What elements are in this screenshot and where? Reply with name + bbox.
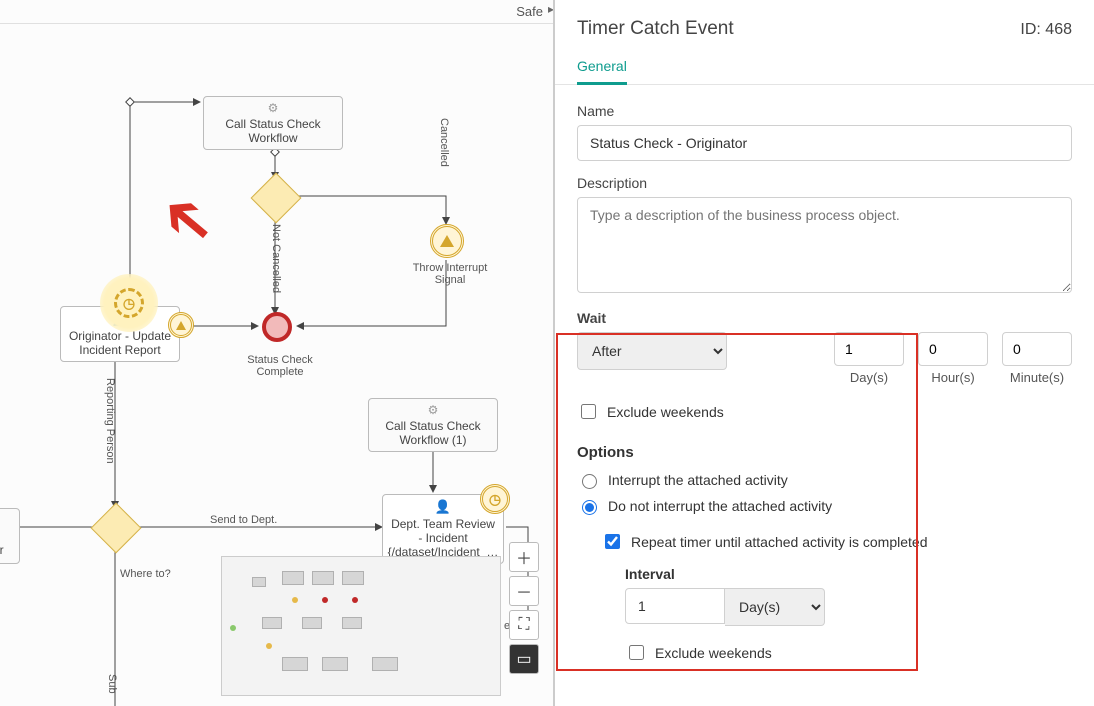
- label-hours: Hour(s): [931, 370, 974, 385]
- task-partial-left[interactable]: ng visor: [0, 508, 20, 564]
- bpmn-canvas[interactable]: ➔ ⚙ Call Status Check Workflow 👤 Origina…: [0, 24, 553, 704]
- do-not-interrupt-radio[interactable]: [582, 500, 597, 515]
- label-where-to: Where to?: [120, 568, 171, 580]
- name-field[interactable]: [577, 125, 1072, 161]
- label-interrupt: Interrupt the attached activity: [608, 472, 788, 488]
- label-throw-interrupt: Throw Interrupt Signal: [400, 262, 500, 286]
- label-status-check-complete: Status Check Complete: [240, 354, 320, 378]
- label-sub: Sub: [106, 674, 118, 694]
- canvas-header: Safe: [0, 0, 553, 24]
- label-reporting-person: Reporting Person: [104, 378, 116, 464]
- triangle-icon: [440, 235, 454, 247]
- label-description: Description: [577, 175, 1072, 191]
- interval-exclude-weekends-checkbox[interactable]: [629, 645, 644, 660]
- label-minutes: Minute(s): [1010, 370, 1064, 385]
- panel-tabs: General: [555, 50, 1094, 85]
- wait-days-input[interactable]: [834, 332, 904, 366]
- minimap[interactable]: [221, 556, 501, 696]
- label-exclude-weekends: Exclude weekends: [607, 404, 724, 420]
- repeat-timer-checkbox[interactable]: [605, 534, 620, 549]
- zoom-out-button[interactable]: －: [509, 576, 539, 606]
- interrupt-radio[interactable]: [582, 474, 597, 489]
- label-not-cancelled: Not Cancelled: [270, 224, 282, 293]
- task-label: Call Status Check Workflow: [210, 117, 336, 145]
- interval-unit-select[interactable]: Day(s): [725, 588, 825, 626]
- task-label: Dept. Team Review - Incident {/dataset/I…: [388, 517, 499, 559]
- wait-hours-input[interactable]: [918, 332, 988, 366]
- gear-icon: ⚙: [428, 403, 439, 417]
- description-textarea[interactable]: [577, 197, 1072, 293]
- label-do-not-interrupt: Do not interrupt the attached activity: [608, 498, 832, 514]
- clock-icon: ◷: [123, 295, 135, 312]
- properties-panel: Timer Catch Event ID: 468 General Name D…: [554, 0, 1094, 706]
- label-days: Day(s): [850, 370, 888, 385]
- fit-screen-button[interactable]: ⛶: [509, 610, 539, 640]
- toggle-minimap-button[interactable]: ▭: [509, 644, 539, 674]
- label-interval-exclude-weekends: Exclude weekends: [655, 645, 772, 661]
- triangle-icon: [176, 321, 186, 330]
- zoom-in-button[interactable]: ＋: [509, 542, 539, 572]
- task-call-status-check-1[interactable]: ⚙ Call Status Check Workflow (1): [368, 398, 498, 452]
- signal-boundary-event[interactable]: [168, 312, 194, 338]
- panel-title: Timer Catch Event: [577, 18, 734, 40]
- exclude-weekends-checkbox[interactable]: [581, 404, 596, 419]
- tab-general[interactable]: General: [577, 50, 627, 85]
- person-icon: 👤: [435, 499, 451, 515]
- gear-icon: ⚙: [268, 101, 279, 115]
- diagram-canvas-pane: Safe ▸: [0, 0, 554, 706]
- label-name: Name: [577, 103, 1072, 119]
- task-call-status-check[interactable]: ⚙ Call Status Check Workflow: [203, 96, 343, 150]
- clock-icon: ◷: [489, 491, 501, 508]
- timer-event-dept[interactable]: ◷: [480, 484, 510, 514]
- partial-label-2: visor: [0, 543, 4, 557]
- throw-interrupt-signal-event[interactable]: [430, 224, 464, 258]
- label-interval: Interval: [625, 566, 1072, 582]
- wait-mode-select[interactable]: After: [577, 332, 727, 370]
- timer-catch-event-highlighted[interactable]: ◷: [100, 274, 158, 332]
- panel-id: ID: 468: [1020, 21, 1072, 39]
- label-send-to-dept: Send to Dept.: [210, 514, 277, 526]
- wait-minutes-input[interactable]: [1002, 332, 1072, 366]
- panel-form: Name Description Wait After Day(s): [555, 85, 1094, 706]
- label-options: Options: [577, 444, 1072, 461]
- end-event-status-check-complete[interactable]: [262, 312, 292, 342]
- label-wait: Wait: [577, 310, 1072, 326]
- label-cancelled: Cancelled: [438, 118, 450, 167]
- interval-value-input[interactable]: [625, 588, 725, 624]
- label-repeat-timer: Repeat timer until attached activity is …: [631, 534, 927, 550]
- task-label: Call Status Check Workflow (1): [375, 419, 491, 447]
- task-label: Originator - Update Incident Report: [67, 329, 173, 357]
- canvas-toolbar: ＋ － ⛶ ▭: [509, 542, 539, 674]
- panel-collapse-arrow-icon[interactable]: ▸: [548, 2, 554, 16]
